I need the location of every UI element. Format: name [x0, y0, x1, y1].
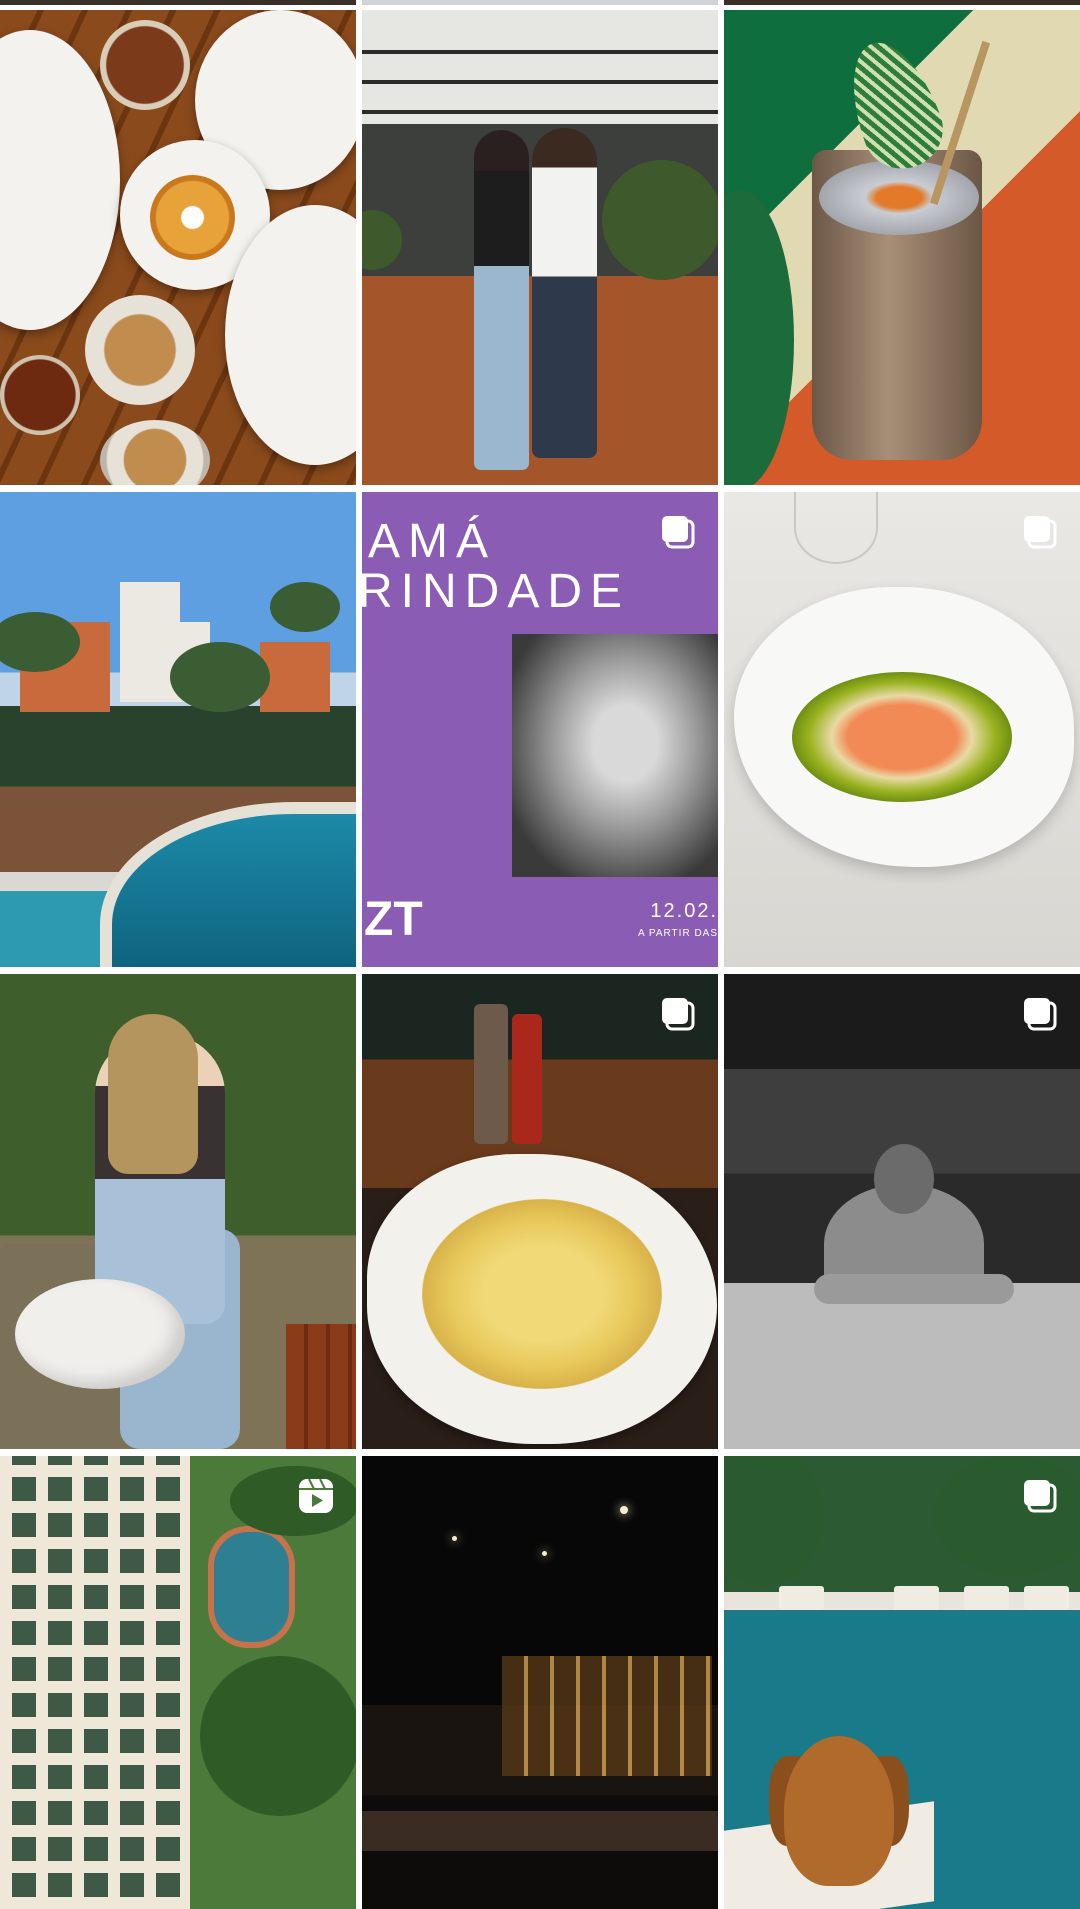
bar-shelf	[502, 1656, 712, 1776]
post-thumbnail-couple[interactable]	[362, 10, 718, 485]
profile-post-grid: AMÁ RINDADE ZT 12.02. A PARTIR DAS	[0, 0, 1080, 1909]
palm-tree	[270, 582, 340, 632]
carousel-icon	[1024, 516, 1057, 549]
sun-lounger	[894, 1586, 939, 1610]
post-thumbnail-dog-pool[interactable]	[724, 1456, 1080, 1909]
dog	[784, 1736, 894, 1886]
crushed-ice	[819, 160, 979, 235]
ceiling-light	[620, 1506, 628, 1514]
hair	[108, 1014, 198, 1174]
post-thumbnail-pool-palms[interactable]	[0, 492, 356, 967]
roof-beam	[362, 110, 718, 114]
carousel-icon	[662, 998, 695, 1031]
coffee-cup	[100, 420, 210, 485]
previous-row-edge	[362, 0, 718, 5]
cat	[15, 1279, 185, 1389]
tree	[724, 1456, 824, 1586]
post-thumbnail-event-poster[interactable]: AMÁ RINDADE ZT 12.02. A PARTIR DAS	[362, 492, 718, 967]
plant	[602, 160, 718, 280]
tree	[230, 1466, 356, 1536]
roof-beam	[362, 80, 718, 84]
pool	[208, 1526, 295, 1648]
arms	[814, 1274, 1014, 1304]
sun-lounger	[964, 1586, 1009, 1610]
post-thumbnail-crudo[interactable]	[724, 492, 1080, 967]
post-thumbnail-building-aerial[interactable]	[0, 1456, 356, 1909]
person	[532, 128, 597, 458]
plant	[362, 210, 402, 270]
post-thumbnail-cocktail[interactable]	[724, 10, 1080, 485]
venue-logo: ZT	[364, 893, 423, 946]
iced-drink	[0, 355, 80, 435]
bottle	[474, 1004, 508, 1144]
roof-beam	[362, 50, 718, 54]
post-thumbnail-bw-pool[interactable]	[724, 974, 1080, 1449]
sun-lounger	[779, 1586, 824, 1610]
sun-lounger	[1024, 1586, 1069, 1610]
building	[260, 642, 330, 712]
tree	[934, 1456, 1080, 1576]
post-thumbnail-brunch[interactable]	[0, 10, 356, 485]
head	[874, 1144, 934, 1214]
leaf	[724, 190, 794, 485]
ceiling-light	[542, 1551, 547, 1556]
pasta	[422, 1199, 662, 1389]
wine-glass	[794, 492, 878, 564]
previous-row-edge	[724, 0, 1080, 5]
post-thumbnail-woman-cat[interactable]	[0, 974, 356, 1449]
coffee-cup	[85, 295, 195, 405]
carousel-icon	[1024, 998, 1057, 1031]
artist-photo	[512, 634, 718, 877]
deck	[286, 1324, 356, 1449]
reel-icon	[299, 1478, 333, 1513]
previous-row-edge	[0, 0, 356, 5]
post-thumbnail-pasta[interactable]	[362, 974, 718, 1449]
bar-counter	[362, 1811, 718, 1851]
poster-title-line-1: AMÁ	[368, 515, 497, 568]
flan	[150, 175, 235, 260]
person	[474, 130, 529, 470]
hot-sauce-bottle	[512, 1014, 542, 1144]
pool-water	[100, 802, 356, 967]
palm-tree	[170, 642, 270, 712]
tree	[200, 1656, 356, 1816]
fish-crudo	[792, 672, 1012, 802]
poster-time-label: A PARTIR DAS	[638, 928, 718, 939]
carousel-icon	[1024, 1480, 1057, 1513]
poster-title-line-2: RINDADE	[362, 565, 631, 618]
poster-date: 12.02.	[650, 900, 718, 922]
ceiling-light	[452, 1536, 457, 1541]
iced-drink	[100, 20, 190, 110]
post-thumbnail-dark-bar[interactable]	[362, 1456, 718, 1909]
building-facade	[0, 1456, 190, 1909]
carousel-icon	[662, 516, 695, 549]
